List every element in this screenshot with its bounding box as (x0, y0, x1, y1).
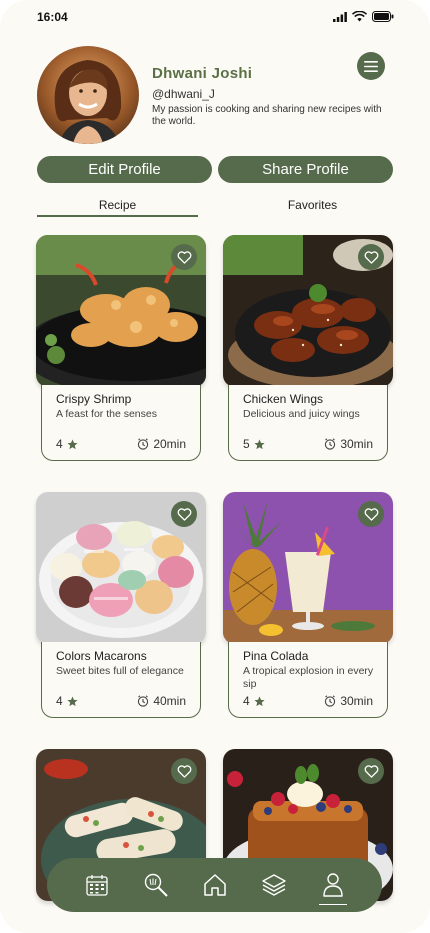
recipe-time: 30min (324, 437, 373, 451)
recipe-description: Sweet bites full of elegance (56, 665, 184, 677)
recipe-time: 20min (137, 437, 186, 451)
recipe-description: A feast for the senses (56, 408, 157, 420)
tab-recipe[interactable]: Recipe (37, 198, 198, 217)
nav-collections[interactable] (258, 869, 290, 901)
recipe-info: Crispy Shrimp A feast for the senses 4 2… (41, 385, 201, 461)
clock-icon (138, 438, 149, 450)
recipe-rating: 4 (56, 437, 78, 451)
clock-icon (325, 695, 336, 707)
wifi-icon (352, 11, 367, 22)
battery-icon (372, 11, 394, 22)
recipe-rating: 4 (243, 694, 265, 708)
status-bar: 16:04 (0, 0, 430, 34)
recipe-info: Colors Macarons Sweet bites full of eleg… (41, 642, 201, 718)
star-icon (254, 438, 265, 449)
edit-profile-button[interactable]: Edit Profile (37, 156, 212, 183)
heart-icon (177, 764, 191, 778)
star-icon (67, 695, 78, 706)
profile-bio: My passion is cooking and sharing new re… (152, 104, 382, 127)
heart-icon (364, 507, 378, 521)
time-value: 30min (340, 437, 373, 451)
heart-icon (177, 507, 191, 521)
heart-icon (364, 764, 378, 778)
rating-value: 4 (56, 437, 63, 451)
recipe-image-chicken-wings (223, 235, 393, 387)
recipe-title: Pina Colada (243, 649, 309, 663)
recipe-image-shrimp (36, 235, 206, 387)
menu-button[interactable] (357, 52, 385, 80)
recipe-image-macarons (36, 492, 206, 644)
recipe-rating: 4 (56, 694, 78, 708)
avatar[interactable] (37, 46, 139, 144)
status-time: 16:04 (37, 10, 68, 24)
recipe-description: Delicious and juicy wings (243, 408, 360, 420)
rating-value: 4 (243, 694, 250, 708)
recipe-title: Colors Macarons (56, 649, 147, 663)
favorite-button[interactable] (171, 244, 197, 270)
recipe-rating: 5 (243, 437, 265, 451)
favorite-button[interactable] (171, 758, 197, 784)
recipe-image-pina-colada (223, 492, 393, 644)
time-value: 20min (153, 437, 186, 451)
recipe-title: Chicken Wings (243, 392, 324, 406)
nav-calendar[interactable] (81, 869, 113, 901)
favorite-button[interactable] (358, 758, 384, 784)
favorite-button[interactable] (171, 501, 197, 527)
heart-icon (364, 250, 378, 264)
profile-icon (322, 873, 343, 897)
hamburger-menu-icon (364, 60, 378, 72)
search-recipe-icon (144, 873, 168, 897)
time-value: 30min (340, 694, 373, 708)
share-profile-button[interactable]: Share Profile (218, 156, 393, 183)
time-value: 40min (153, 694, 186, 708)
recipe-title: Crispy Shrimp (56, 392, 132, 406)
profile-screen: 16:04 Dhwani Joshi @dhwani_J My passion … (0, 0, 430, 933)
rating-value: 4 (56, 694, 63, 708)
nav-profile[interactable] (317, 869, 349, 905)
layers-icon (261, 874, 286, 896)
recipe-time: 40min (137, 694, 186, 708)
heart-icon (177, 250, 191, 264)
recipe-info: Pina Colada A tropical explosion in ever… (228, 642, 388, 718)
star-icon (254, 695, 265, 706)
clock-icon (138, 695, 149, 707)
recipe-info: Chicken Wings Delicious and juicy wings … (228, 385, 388, 461)
signal-icon (333, 11, 347, 22)
favorite-button[interactable] (358, 501, 384, 527)
rating-value: 5 (243, 437, 250, 451)
bottom-nav (47, 858, 382, 912)
profile-name: Dhwani Joshi (152, 65, 253, 82)
tab-favorites[interactable]: Favorites (232, 198, 393, 212)
calendar-icon (85, 875, 108, 896)
clock-icon (325, 438, 336, 450)
favorite-button[interactable] (358, 244, 384, 270)
recipe-description: A tropical explosion in every sip (243, 665, 374, 690)
nav-home[interactable] (199, 869, 231, 901)
nav-search-recipes[interactable] (140, 869, 172, 901)
profile-handle: @dhwani_J (152, 87, 215, 101)
status-icons (333, 11, 394, 22)
recipe-time: 30min (324, 694, 373, 708)
star-icon (67, 438, 78, 449)
home-icon (203, 874, 226, 896)
